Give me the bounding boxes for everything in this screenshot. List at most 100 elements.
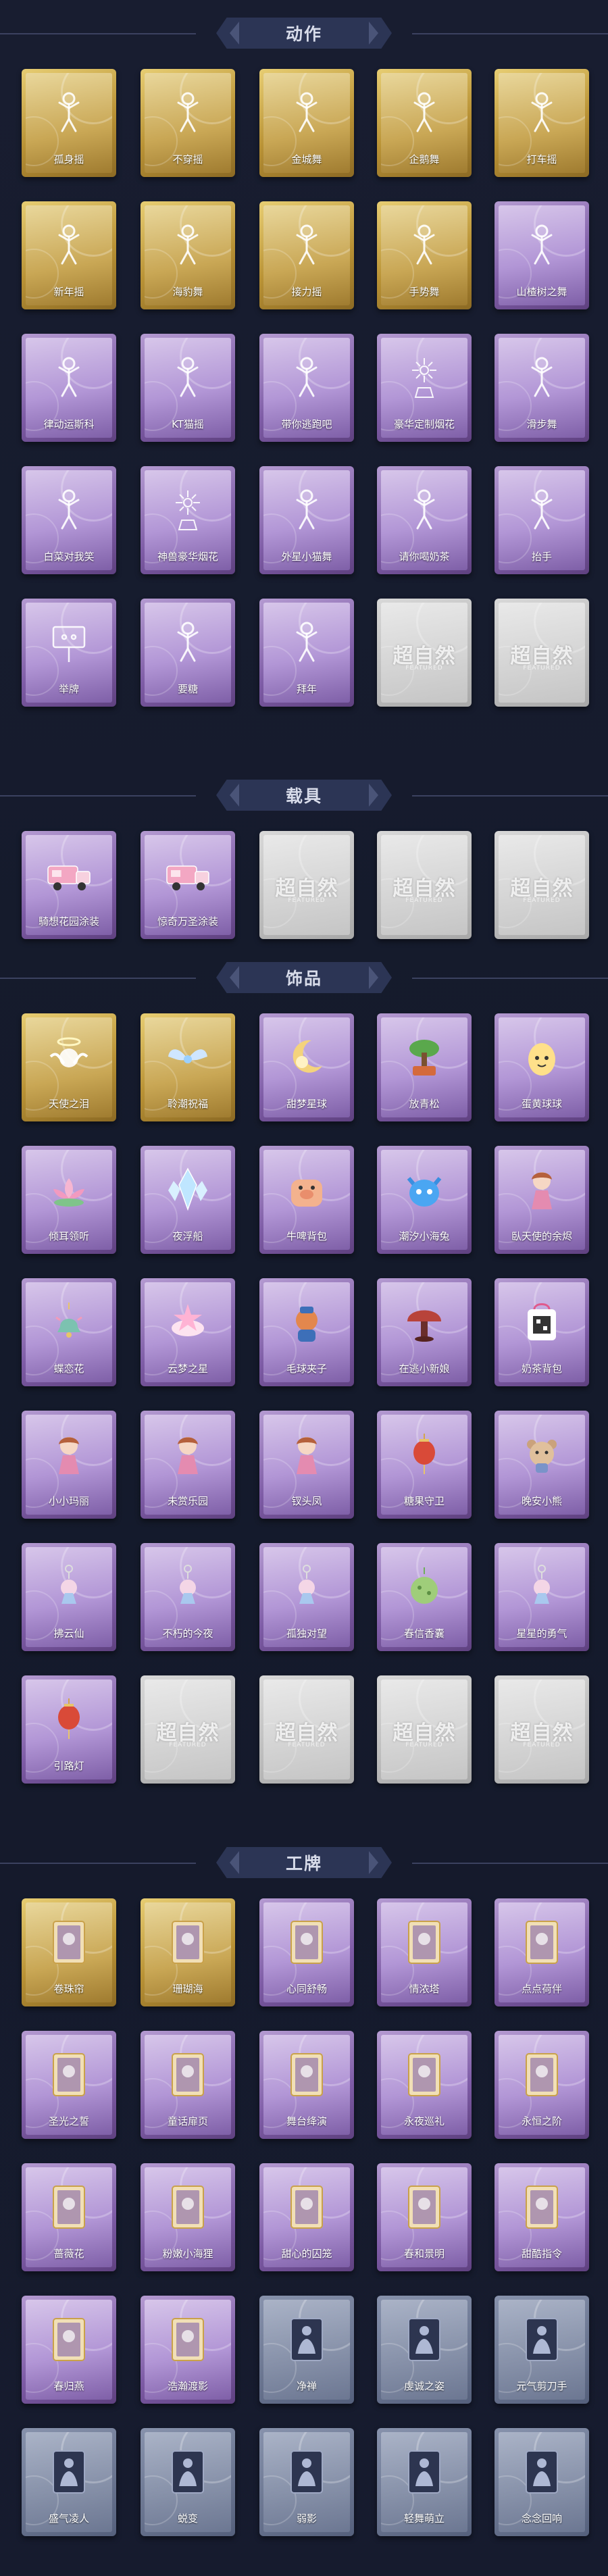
item-card[interactable]: 天使之泪: [22, 1013, 116, 1121]
item-card[interactable]: 星星的勇气: [495, 1543, 589, 1651]
item-card[interactable]: 要糖: [141, 599, 235, 707]
item-card[interactable]: 蝶恋花: [22, 1278, 116, 1386]
item-card[interactable]: 拂云仙: [22, 1543, 116, 1651]
locked-item-card[interactable]: 超自然 FEATURED: [495, 831, 589, 939]
item-card[interactable]: 盛气凌人: [22, 2428, 116, 2536]
item-card[interactable]: 毛球夹子: [259, 1278, 354, 1386]
locked-item-card[interactable]: 超自然 FEATURED: [377, 1675, 472, 1784]
item-card[interactable]: 引路灯: [22, 1675, 116, 1784]
item-card[interactable]: 山楂树之舞: [495, 201, 589, 309]
item-card[interactable]: 神兽豪华烟花: [141, 466, 235, 574]
item-card[interactable]: 甜酷指令: [495, 2163, 589, 2271]
item-card[interactable]: 心同舒畅: [259, 1898, 354, 2006]
item-card[interactable]: 点点荷伴: [495, 1898, 589, 2006]
item-card[interactable]: 聆潮祝福: [141, 1013, 235, 1121]
item-card[interactable]: 净禅: [259, 2296, 354, 2404]
item-card[interactable]: 豪华定制烟花: [377, 334, 472, 442]
locked-item-card[interactable]: 超自然 FEATURED: [495, 599, 589, 707]
item-card[interactable]: 放青松: [377, 1013, 472, 1121]
item-card[interactable]: 抬手: [495, 466, 589, 574]
placeholder-watermark-sub: FEATURED: [523, 665, 561, 672]
item-card[interactable]: 白菜对我笑: [22, 466, 116, 574]
item-card[interactable]: 春归燕: [22, 2296, 116, 2404]
item-card[interactable]: 情浓塔: [377, 1898, 472, 2006]
item-card[interactable]: 未赏乐园: [141, 1411, 235, 1519]
card-face: 拂云仙: [26, 1547, 112, 1647]
locked-item-card[interactable]: 超自然 FEATURED: [495, 1675, 589, 1784]
item-card[interactable]: 律动运斯科: [22, 334, 116, 442]
locked-item-card[interactable]: 超自然 FEATURED: [259, 1675, 354, 1784]
item-card[interactable]: 永夜巡礼: [377, 2031, 472, 2139]
item-card[interactable]: 夜浮船: [141, 1146, 235, 1254]
item-card[interactable]: 孤身摇: [22, 69, 116, 177]
item-card[interactable]: 外星小猫舞: [259, 466, 354, 574]
item-card[interactable]: 孤独对望: [259, 1543, 354, 1651]
keychain-icon: [282, 1562, 332, 1612]
locked-item-card[interactable]: 超自然 FEATURED: [259, 831, 354, 939]
item-card[interactable]: 糖果守卫: [377, 1411, 472, 1519]
card-face: 外星小猫舞: [263, 470, 350, 570]
item-card[interactable]: 卷珠帘: [22, 1898, 116, 2006]
item-card[interactable]: 不朽的今夜: [141, 1543, 235, 1651]
item-card[interactable]: 甜梦星球: [259, 1013, 354, 1121]
item-card[interactable]: 带你逃跑吧: [259, 334, 354, 442]
item-card[interactable]: 滑步舞: [495, 334, 589, 442]
item-card[interactable]: 云梦之星: [141, 1278, 235, 1386]
card-face: 珊瑚海: [145, 1902, 231, 2002]
item-card[interactable]: 永恒之阶: [495, 2031, 589, 2139]
item-card[interactable]: 浩瀚渡影: [141, 2296, 235, 2404]
item-card[interactable]: 牛啤背包: [259, 1146, 354, 1254]
locked-item-card[interactable]: 超自然 FEATURED: [141, 1675, 235, 1784]
item-card[interactable]: 騎想花园涂装: [22, 831, 116, 939]
card-face: 带你逃跑吧: [263, 338, 350, 438]
placeholder-watermark-sub: FEATURED: [405, 897, 443, 904]
item-card[interactable]: 企鹅舞: [377, 69, 472, 177]
item-card[interactable]: 念念回响: [495, 2428, 589, 2536]
item-label: 永恒之阶: [521, 2115, 562, 2127]
item-card[interactable]: 蜕变: [141, 2428, 235, 2536]
item-card[interactable]: 金城舞: [259, 69, 354, 177]
locked-item-card[interactable]: 超自然 FEATURED: [377, 831, 472, 939]
item-card[interactable]: 元气剪刀手: [495, 2296, 589, 2404]
item-card[interactable]: 粉嫩小海狸: [141, 2163, 235, 2271]
item-label: 情浓塔: [409, 1983, 440, 1995]
item-card[interactable]: 手势舞: [377, 201, 472, 309]
item-card[interactable]: 接力摇: [259, 201, 354, 309]
item-card[interactable]: 钗头凤: [259, 1411, 354, 1519]
item-card[interactable]: 新年摇: [22, 201, 116, 309]
item-card[interactable]: 潮汐小海兔: [377, 1146, 472, 1254]
item-card[interactable]: 不穿摇: [141, 69, 235, 177]
item-card[interactable]: 春信香囊: [377, 1543, 472, 1651]
item-card[interactable]: 小小玛丽: [22, 1411, 116, 1519]
item-card[interactable]: 臥天使的余烬: [495, 1146, 589, 1254]
item-card[interactable]: 春和景明: [377, 2163, 472, 2271]
item-card[interactable]: 蔷薇花: [22, 2163, 116, 2271]
item-card[interactable]: 请你喝奶茶: [377, 466, 472, 574]
card-face: 新年摇: [26, 205, 112, 305]
item-card[interactable]: 甜心的囚笼: [259, 2163, 354, 2271]
item-card[interactable]: KT猫摇: [141, 334, 235, 442]
item-card[interactable]: 蛋黄球球: [495, 1013, 589, 1121]
item-card[interactable]: 倾耳领听: [22, 1146, 116, 1254]
item-card[interactable]: 打车摇: [495, 69, 589, 177]
item-card[interactable]: 举牌: [22, 599, 116, 707]
item-card[interactable]: 奶茶背包: [495, 1278, 589, 1386]
item-card[interactable]: 童话扉页: [141, 2031, 235, 2139]
item-card[interactable]: 舞台绛演: [259, 2031, 354, 2139]
item-card[interactable]: 拜年: [259, 599, 354, 707]
item-card[interactable]: 轻舞萌立: [377, 2428, 472, 2536]
header-divider-left: [0, 1863, 196, 1864]
doll-figure-icon: [44, 1430, 94, 1480]
item-label: 粉嫩小海狸: [162, 2248, 213, 2260]
item-card[interactable]: 在逃小新娘: [377, 1278, 472, 1386]
item-card[interactable]: 海豹舞: [141, 201, 235, 309]
locked-item-card[interactable]: 超自然 FEATURED: [377, 599, 472, 707]
item-card[interactable]: 弱影: [259, 2428, 354, 2536]
item-card[interactable]: 珊瑚海: [141, 1898, 235, 2006]
item-card[interactable]: 晚安小熊: [495, 1411, 589, 1519]
item-card[interactable]: 圣光之誓: [22, 2031, 116, 2139]
section-title-banner: 饰品: [216, 962, 392, 993]
card-face: 念念回响: [499, 2432, 585, 2532]
item-card[interactable]: 惊奇万圣涂装: [141, 831, 235, 939]
item-card[interactable]: 虔诚之姿: [377, 2296, 472, 2404]
